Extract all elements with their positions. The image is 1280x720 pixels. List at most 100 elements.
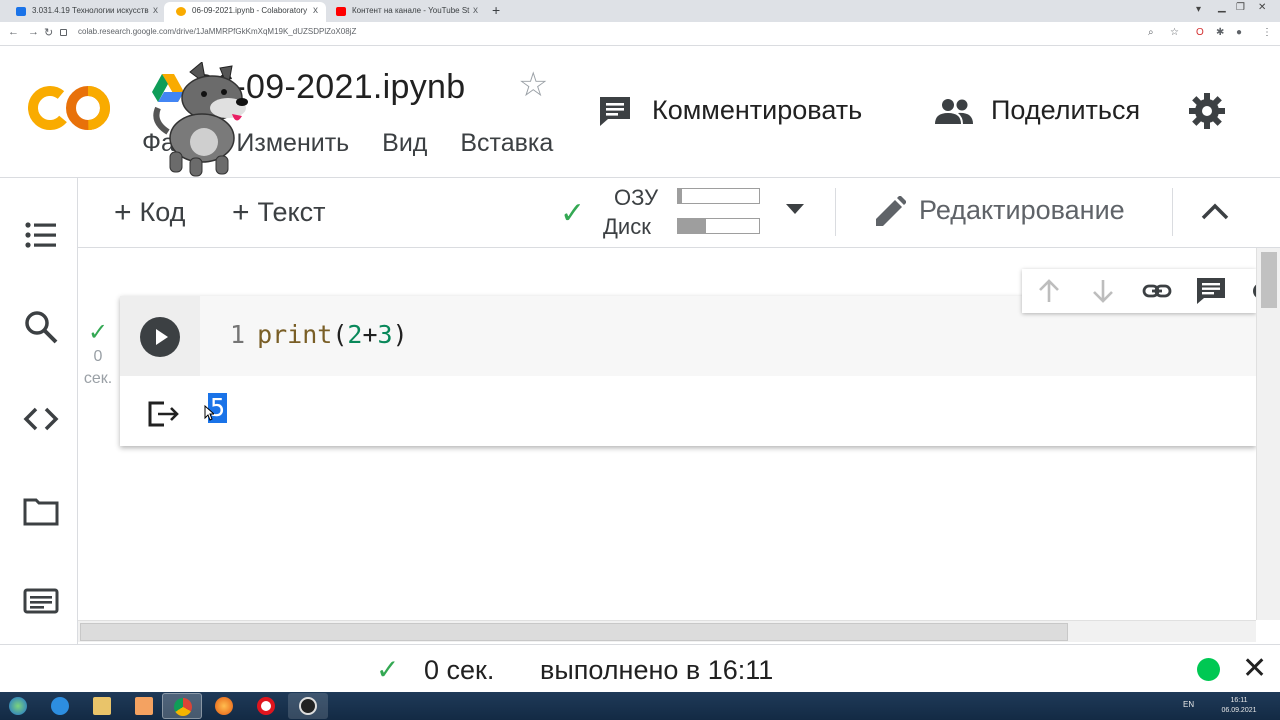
- mouse-cursor-icon: [204, 405, 214, 421]
- code-function: print: [257, 320, 333, 349]
- code-paren-open: (: [332, 320, 348, 349]
- code-snippets-icon[interactable]: [22, 400, 60, 438]
- profile-avatar-icon[interactable]: ●: [1236, 27, 1242, 38]
- ram-label: ОЗУ: [614, 185, 659, 210]
- restore-icon[interactable]: ❐: [1236, 2, 1245, 13]
- extensions-icon[interactable]: ✱: [1216, 27, 1224, 38]
- taskbar-media[interactable]: [124, 693, 164, 719]
- comment-label: Комментировать: [652, 95, 863, 125]
- os-taskbar: EN 16:11 06.09.2021: [0, 692, 1280, 720]
- status-message: выполнено в 16:11: [540, 655, 774, 685]
- tab-close-icon[interactable]: x: [153, 2, 158, 20]
- line-number: 1: [230, 320, 246, 349]
- url-text[interactable]: colab.research.google.com/drive/1JaMMRPf…: [78, 27, 356, 36]
- add-code-label: Код: [139, 197, 186, 227]
- taskbar-opera[interactable]: [246, 693, 286, 719]
- toolbar-separator: [1172, 188, 1173, 236]
- play-icon: [156, 329, 168, 345]
- code-operator: +: [362, 320, 378, 349]
- lock-icon[interactable]: [60, 29, 67, 36]
- cell-settings-gear-icon[interactable]: [1246, 277, 1256, 305]
- window-close-icon[interactable]: ✕: [1258, 2, 1266, 13]
- vertical-scroll-thumb[interactable]: [1261, 252, 1277, 308]
- code-cell[interactable]: 1 print(2+3) 5: [120, 296, 1256, 446]
- new-tab-button[interactable]: +: [492, 2, 500, 18]
- firefox-icon: [215, 697, 233, 715]
- link-icon[interactable]: [1142, 277, 1172, 305]
- folder-icon[interactable]: [22, 492, 60, 530]
- taskbar-explorer[interactable]: [82, 693, 122, 719]
- colab-favicon-icon: [176, 7, 186, 16]
- menu-insert[interactable]: Вставка: [460, 129, 553, 157]
- resources-dropdown-icon[interactable]: [786, 204, 804, 214]
- forward-arrow-icon[interactable]: →: [28, 26, 39, 38]
- add-text-button[interactable]: + Текст: [232, 195, 326, 229]
- address-bar: ← → ↻ colab.research.google.com/drive/1J…: [0, 22, 1280, 46]
- status-close-icon[interactable]: ✕: [1242, 651, 1267, 686]
- add-text-label: Текст: [257, 197, 326, 227]
- horizontal-scroll-thumb[interactable]: [80, 623, 1068, 641]
- site-favicon-icon: [16, 7, 26, 16]
- zoom-icon[interactable]: ⌕: [1148, 27, 1154, 38]
- ram-meter[interactable]: [677, 188, 760, 204]
- execution-time-unit: сек.: [83, 370, 113, 387]
- taskbar-firefox[interactable]: [204, 693, 244, 719]
- code-number-a: 2: [347, 320, 363, 349]
- browser-tab[interactable]: Контент на канале - YouTube St x: [324, 2, 486, 22]
- start-button[interactable]: [0, 693, 38, 719]
- move-cell-up-icon[interactable]: [1034, 277, 1064, 305]
- menu-view[interactable]: Вид: [382, 129, 427, 157]
- editing-mode-button[interactable]: Редактирование: [919, 195, 1125, 226]
- tab-close-icon[interactable]: x: [473, 2, 478, 20]
- browser-tab-active[interactable]: 06-09-2021.ipynb - Colaboratory x: [164, 2, 326, 22]
- browser-tab-bar: 3.031.4.19 Технологии искусств x 06-09-2…: [0, 0, 1280, 22]
- internet-explorer-icon: [51, 697, 69, 715]
- system-clock[interactable]: 16:11 06.09.2021: [1214, 696, 1264, 716]
- keyboard-language[interactable]: EN: [1183, 700, 1194, 709]
- cell-gutter: [120, 296, 200, 376]
- move-cell-down-icon[interactable]: [1088, 277, 1118, 305]
- colab-logo-icon[interactable]: [28, 84, 112, 132]
- status-bar: ✓ 0 сек. выполнено в 16:11 ✕: [0, 644, 1280, 692]
- horizontal-scrollbar[interactable]: [78, 620, 1256, 642]
- reload-icon[interactable]: ↻: [44, 26, 53, 39]
- opera-icon: [257, 697, 275, 715]
- star-icon[interactable]: ☆: [518, 68, 548, 102]
- tab-close-icon[interactable]: x: [313, 2, 318, 20]
- connected-check-icon[interactable]: ✓: [560, 196, 585, 231]
- vertical-scrollbar[interactable]: [1256, 248, 1280, 620]
- search-icon[interactable]: [22, 308, 60, 346]
- terminal-icon[interactable]: [22, 582, 60, 620]
- output-clear-icon[interactable]: [148, 400, 180, 428]
- minimize-icon[interactable]: ▁: [1218, 2, 1226, 13]
- browser-menu-icon[interactable]: ⋮: [1262, 27, 1272, 38]
- table-of-contents-icon[interactable]: [22, 216, 60, 254]
- run-cell-button[interactable]: [140, 317, 180, 357]
- tab-search-icon[interactable]: ▾: [1196, 4, 1201, 15]
- runtime-status-dot-icon[interactable]: [1197, 658, 1220, 681]
- file-explorer-icon: [93, 697, 111, 715]
- opera-extension-icon[interactable]: O: [1196, 27, 1204, 38]
- taskbar-ie[interactable]: [40, 693, 80, 719]
- chevron-up-icon[interactable]: [1200, 200, 1230, 222]
- code-line[interactable]: 1 print(2+3): [230, 320, 408, 349]
- toolbar-divider: [78, 247, 1280, 248]
- code-number-b: 3: [377, 320, 393, 349]
- browser-tab[interactable]: 3.031.4.19 Технологии искусств x: [4, 2, 166, 22]
- settings-gear-icon[interactable]: [1188, 92, 1226, 130]
- execution-time: 0 сек.: [80, 346, 116, 390]
- bookmark-star-icon[interactable]: ☆: [1170, 27, 1179, 38]
- tab-title: 3.031.4.19 Технологии искусств: [32, 6, 149, 15]
- chrome-icon: [174, 698, 192, 716]
- status-duration: 0 сек.: [424, 655, 495, 685]
- disk-meter[interactable]: [677, 218, 760, 234]
- pencil-icon: [876, 196, 906, 226]
- youtube-favicon-icon: [336, 7, 346, 16]
- comment-icon[interactable]: [1196, 277, 1226, 305]
- taskbar-chrome[interactable]: [162, 693, 202, 719]
- add-code-button[interactable]: + Код: [114, 195, 185, 229]
- toolbar-separator: [835, 188, 836, 236]
- toolbar-divider: [0, 177, 1280, 178]
- back-arrow-icon[interactable]: ←: [8, 26, 19, 38]
- taskbar-obs[interactable]: [288, 693, 328, 719]
